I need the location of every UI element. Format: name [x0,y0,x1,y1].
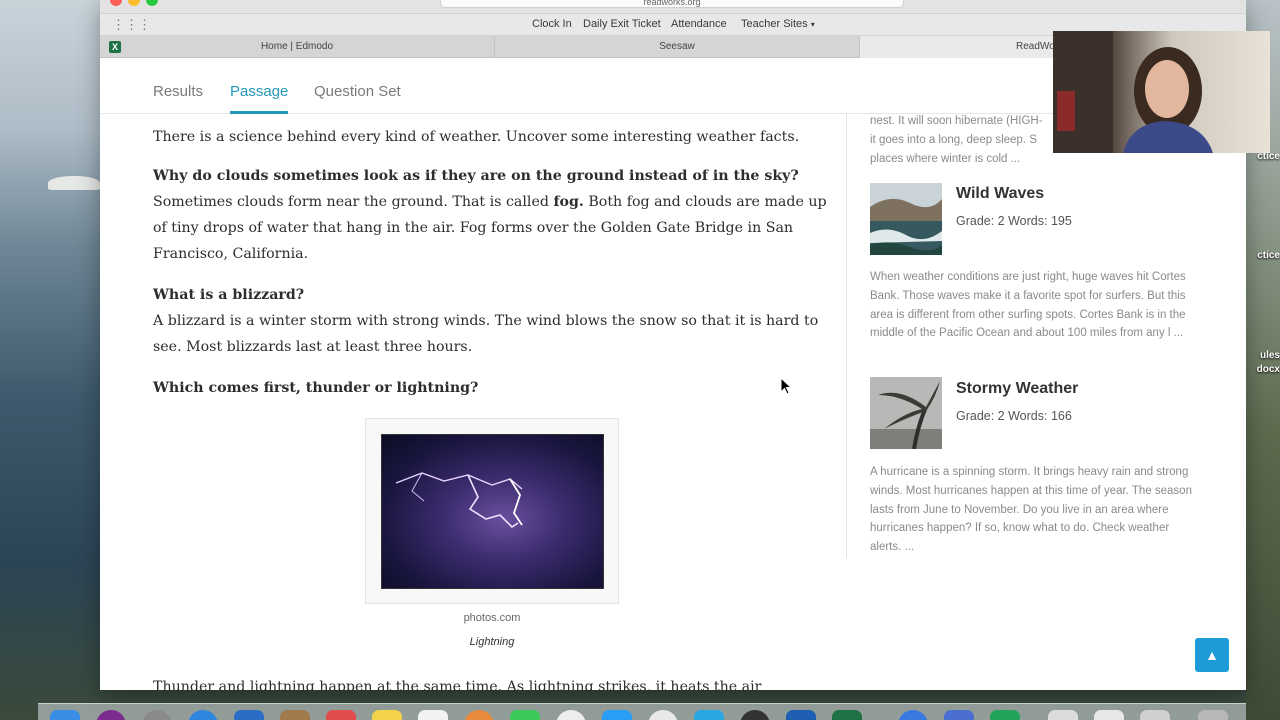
related-passage-title[interactable]: Stormy Weather [956,380,1078,398]
related-passage-snippet: nest. It will soon hibernate (HIGH- it g… [870,112,1053,168]
minimize-window-button[interactable] [128,0,140,6]
passage-continued-text: Thunder and lightning happen at the same… [153,679,762,690]
bookmark-daily-exit-ticket[interactable]: Daily Exit Ticket [583,18,661,30]
wild-waves-thumbnail[interactable] [870,183,942,255]
stormy-weather-thumbnail[interactable] [870,377,942,449]
siri-icon[interactable] [96,710,126,720]
passage-question: Which comes first, thunder or lightning? [153,380,479,396]
facetime-icon[interactable] [990,710,1020,720]
arrow-up-icon: ▲ [1205,647,1219,663]
browser-titlebar: readworks.org [100,0,1246,14]
zoom-app-icon[interactable] [694,710,724,720]
related-passage-meta: Grade: 2 Words: 195 [956,214,1072,228]
calendar-icon[interactable] [326,710,356,720]
excel-dock-icon[interactable] [832,710,862,720]
passage-body: There is a science behind every kind of … [153,124,833,416]
tab-passage[interactable]: Passage [230,83,289,114]
mouse-pointer-icon [780,376,793,400]
passage-intro: There is a science behind every kind of … [153,129,800,145]
zoom-window-button[interactable] [146,0,158,6]
tab-question-set[interactable]: Question Set [314,83,401,111]
passage-section: Which comes first, thunder or lightning? [153,375,833,401]
contacts-icon[interactable] [280,710,310,720]
passage-answer-part: Sometimes clouds form near the ground. T… [153,194,554,210]
passage-section: Why do clouds sometimes look as if they … [153,163,833,267]
desktop-island [48,176,100,190]
obs-icon[interactable] [740,710,770,720]
bookmark-attendance[interactable]: Attendance [671,18,727,30]
word-icon[interactable] [786,710,816,720]
photos-icon[interactable] [464,710,494,720]
content-divider [846,114,847,558]
bookmark-clock-in[interactable]: Clock In [532,18,572,30]
document-stack-icon[interactable] [1140,710,1170,720]
passage-term-fog: fog. [553,194,584,210]
snippet-line: it goes into a long, deep sleep. S [870,133,1037,146]
launchpad-icon[interactable] [142,710,172,720]
browser-tab-seesaw[interactable]: Seesaw [495,36,860,58]
presenter-video-image [1053,31,1213,153]
excel-icon: X [109,41,121,53]
lightning-bolt-image [395,472,523,529]
webcam-overlay [1053,31,1270,153]
browser-tab-label: Seesaw [659,41,695,52]
safari-icon[interactable] [188,710,218,720]
messages-icon[interactable] [510,710,540,720]
close-window-button[interactable] [110,0,122,6]
scroll-to-top-button[interactable]: ▲ [1195,638,1229,672]
finder-icon[interactable] [50,710,80,720]
mail-icon[interactable] [234,710,264,720]
passage-section: What is a blizzard? A blizzard is a wint… [153,282,833,360]
passage-answer: A blizzard is a winter storm with strong… [153,313,819,355]
palm-tree-storm-image [870,377,942,449]
bookmark-teacher-sites[interactable]: Teacher Sites ▾ [741,18,815,30]
related-passage-snippet: A hurricane is a spinning storm. It brin… [870,466,1192,554]
bookmark-teacher-sites-label: Teacher Sites [741,18,808,30]
passage-question: What is a blizzard? [153,287,305,303]
photo-credit: photos.com [463,612,521,624]
browser-tab-label: Home | Edmodo [260,41,334,52]
passage-question: Why do clouds sometimes look as if they … [153,168,799,184]
chrome-icon[interactable] [648,710,678,720]
wave-image [870,183,942,255]
reminders-icon[interactable] [418,710,448,720]
chevron-down-icon: ▾ [810,20,815,29]
lightning-photo [381,434,604,589]
macos-dock [38,703,1246,720]
app-store-icon[interactable] [602,710,632,720]
tab-results[interactable]: Results [153,83,203,111]
apps-grid-icon[interactable]: ⋮⋮⋮ [112,18,151,32]
related-passage-meta: Grade: 2 Words: 166 [956,409,1072,423]
trash-icon[interactable] [1198,710,1228,720]
document-stack-icon[interactable] [1048,710,1078,720]
downloads-icon[interactable] [898,710,928,720]
itunes-icon[interactable] [556,710,586,720]
photo-caption: Lightning [469,636,515,648]
snippet-line: nest. It will soon hibernate (HIGH- [870,115,1043,127]
related-passage-snippet: When weather conditions are just right, … [870,271,1186,340]
document-stack-icon[interactable] [1094,710,1124,720]
folder-icon[interactable] [944,710,974,720]
snippet-line: places where winter is cold ... [870,152,1021,165]
browser-tab-edmodo[interactable]: X Home | Edmodo [100,36,495,58]
notes-icon[interactable] [372,710,402,720]
passage-figure [365,418,619,604]
related-passage-title[interactable]: Wild Waves [956,185,1044,203]
address-bar[interactable]: readworks.org [440,0,904,8]
